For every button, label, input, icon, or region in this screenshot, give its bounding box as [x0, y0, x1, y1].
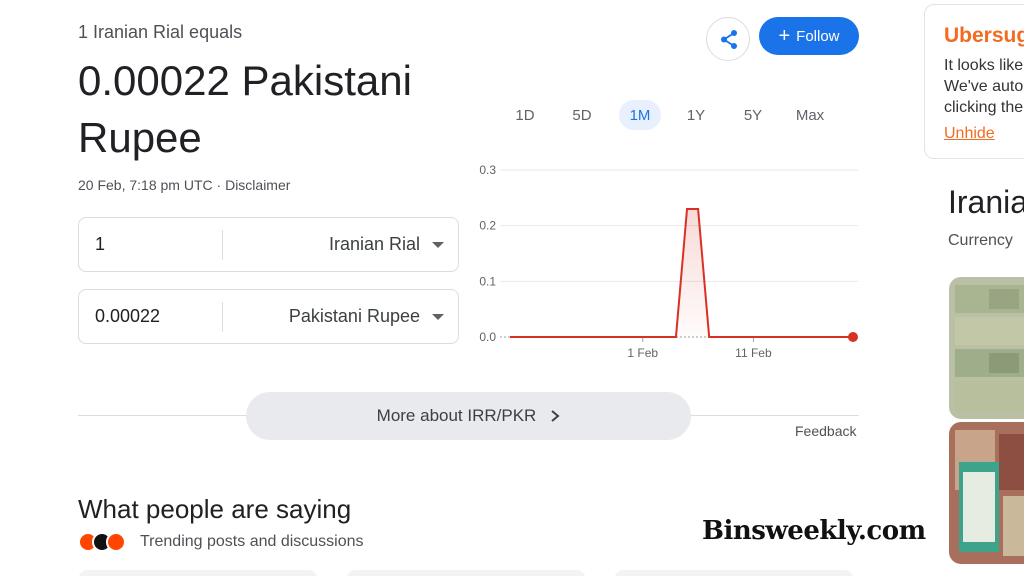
panel-text: clicking the — [944, 99, 1024, 116]
exchange-rate-chart: 0.0 0.1 0.2 0.3 1 Feb 11 Feb — [479, 163, 858, 360]
banknote-image[interactable] — [949, 277, 1024, 419]
banknote-image-graphic — [949, 277, 1024, 419]
trending-label: Trending posts and discussions — [140, 533, 364, 550]
feedback-link[interactable]: Feedback — [795, 423, 856, 439]
x-tick-label: 11 Feb — [735, 346, 772, 360]
source-icons — [78, 532, 134, 552]
x-tick-label: 1 Feb — [627, 346, 658, 360]
y-tick-label: 0.1 — [479, 274, 496, 288]
y-tick-label: 0.3 — [479, 163, 496, 177]
banknote-image[interactable] — [949, 422, 1024, 564]
post-card[interactable] — [78, 570, 318, 576]
watermark-text: Binsweekly.com — [702, 516, 926, 546]
extension-panel: Ubersug It looks like We've auto clickin… — [924, 4, 1024, 159]
section-divider — [691, 415, 859, 416]
y-tick-label: 0.2 — [479, 219, 496, 233]
more-about-label: More about IRR/PKR — [376, 406, 537, 425]
chevron-right-icon — [551, 410, 560, 422]
knowledge-panel-subtitle: Currency — [948, 232, 1013, 249]
reddit-icon — [106, 532, 126, 552]
panel-text: We've auto — [944, 78, 1024, 95]
brand-name: Ubersug — [944, 24, 1024, 47]
post-card[interactable] — [346, 570, 586, 576]
post-card[interactable] — [614, 570, 854, 576]
y-tick-label: 0.0 — [479, 330, 496, 344]
knowledge-panel-title: Irania — [948, 184, 1024, 220]
panel-text: It looks like — [944, 57, 1024, 74]
section-title: What people are saying — [78, 494, 352, 524]
banknote-image-graphic — [949, 422, 1024, 564]
unhide-link[interactable]: Unhide — [944, 125, 995, 143]
more-about-button[interactable]: More about IRR/PKR — [246, 392, 691, 440]
trending-line: Trending posts and discussions — [78, 532, 364, 552]
series-endpoint — [848, 332, 858, 342]
section-divider — [78, 415, 246, 416]
